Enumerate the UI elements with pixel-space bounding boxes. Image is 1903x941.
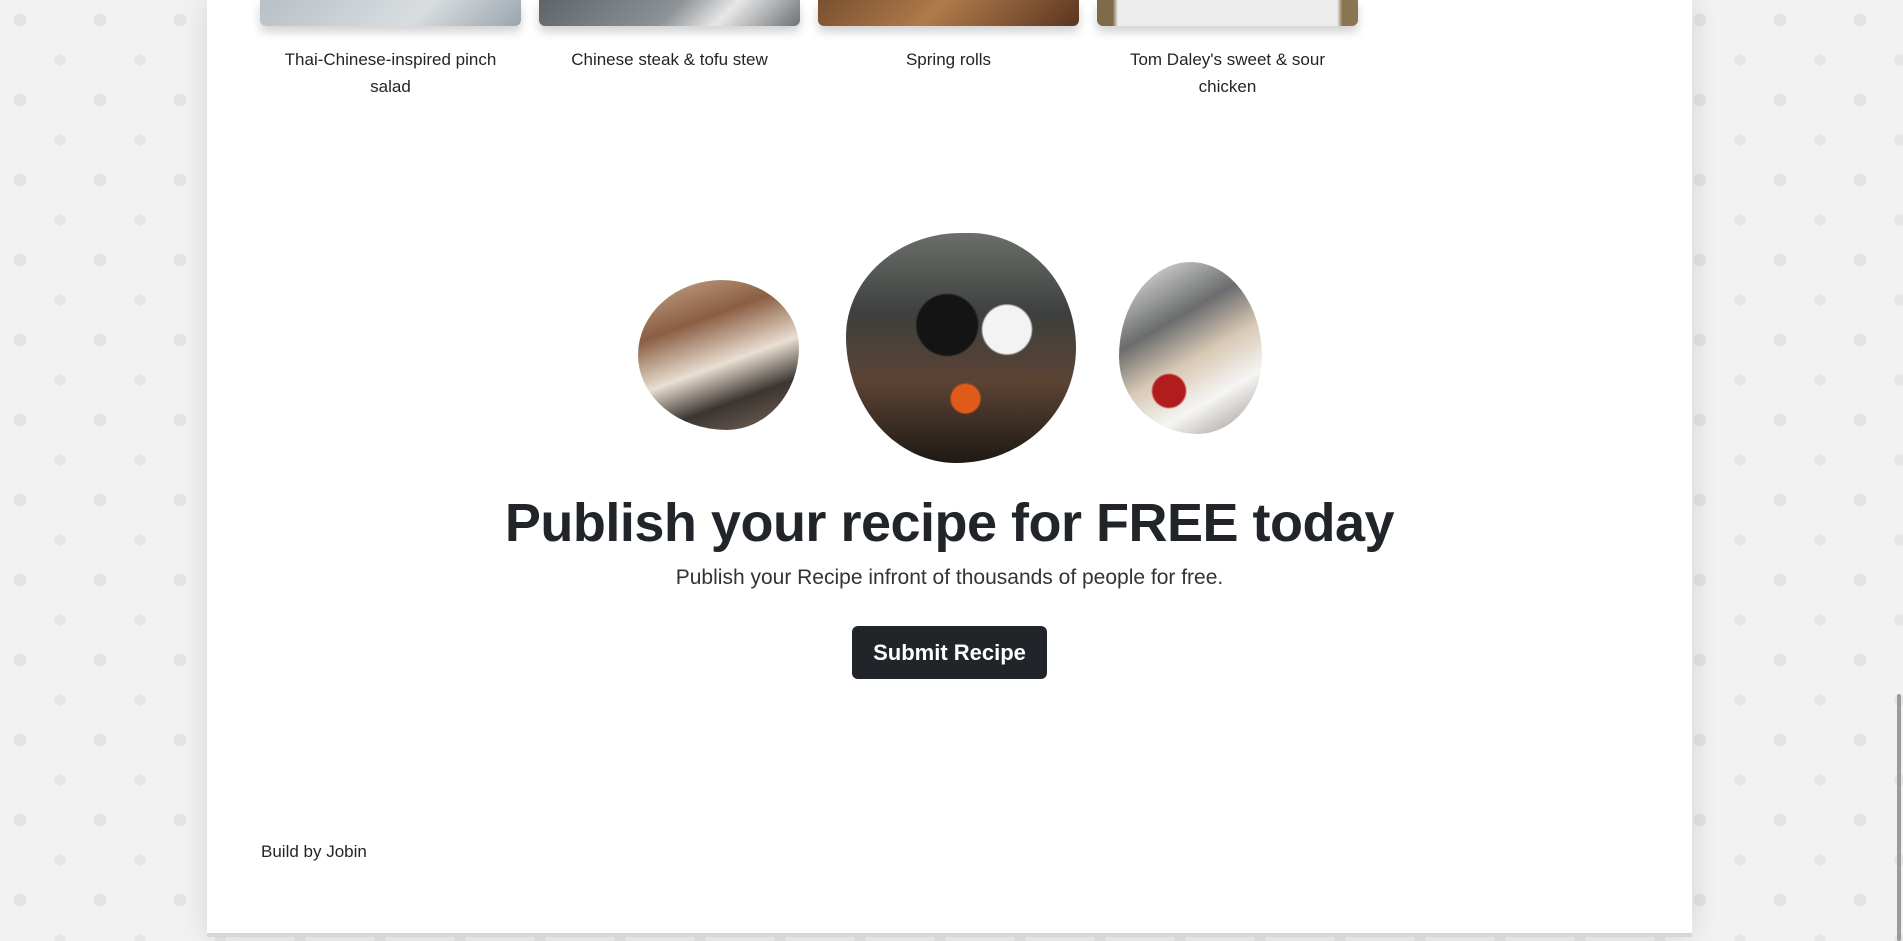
recipe-image[interactable] (818, 0, 1079, 26)
recipe-image[interactable] (539, 0, 800, 26)
cooking-photo-center (846, 233, 1076, 463)
recipe-image[interactable] (1097, 0, 1358, 26)
footer-credit: Build by Jobin (261, 842, 367, 861)
cooking-photos (207, 233, 1692, 465)
recipe-title[interactable]: Chinese steak & tofu stew (539, 46, 800, 73)
recipe-title[interactable]: Thai-Chinese-inspired pinch salad (260, 46, 521, 100)
recipe-card[interactable]: Thai-Chinese-inspired pinch salad (260, 0, 521, 100)
page-container: Thai-Chinese-inspired pinch salad Chines… (207, 0, 1692, 937)
page-bottom-edge (207, 933, 1692, 937)
cta-heading: Publish your recipe for FREE today (504, 493, 1395, 553)
cta-subtitle: Publish your Recipe infront of thousands… (675, 566, 1224, 589)
recipe-card[interactable]: Spring rolls (818, 0, 1079, 100)
recipe-list: Thai-Chinese-inspired pinch salad Chines… (260, 0, 1358, 100)
scrollbar-thumb[interactable] (1897, 694, 1901, 941)
recipe-card[interactable]: Tom Daley's sweet & sour chicken (1097, 0, 1358, 100)
recipe-title[interactable]: Tom Daley's sweet & sour chicken (1097, 46, 1358, 100)
cooking-photo-right (1119, 262, 1262, 434)
recipe-card[interactable]: Chinese steak & tofu stew (539, 0, 800, 100)
recipe-image[interactable] (260, 0, 521, 26)
scrollbar[interactable] (1891, 0, 1903, 941)
submit-recipe-button[interactable]: Submit Recipe (852, 626, 1047, 679)
cooking-photo-left (638, 280, 799, 430)
recipe-title[interactable]: Spring rolls (818, 46, 1079, 73)
